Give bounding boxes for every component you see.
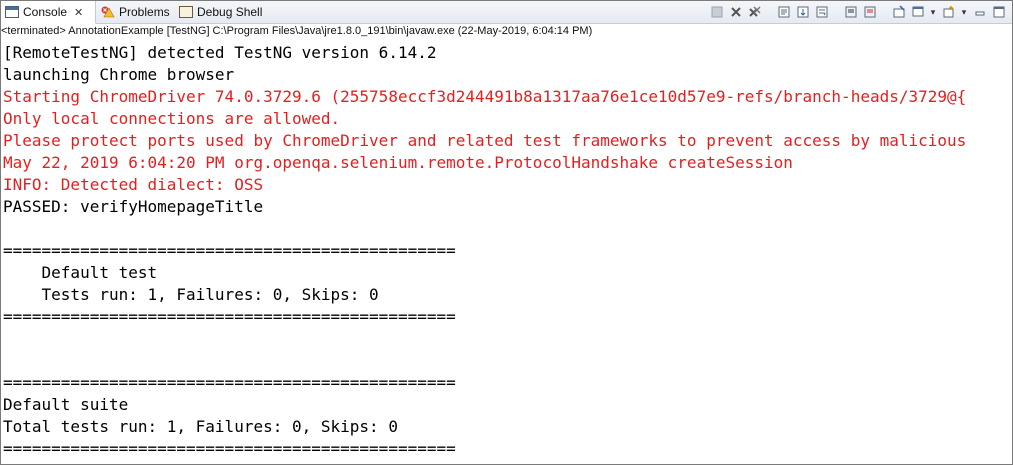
console-line: Starting ChromeDriver 74.0.3729.6 (25575… — [3, 87, 967, 106]
pin-console-icon[interactable] — [891, 5, 906, 20]
show-on-stdout-icon[interactable] — [843, 5, 858, 20]
open-console-icon[interactable] — [941, 5, 956, 20]
console-view: Console ✕ Problems Debug Shell ▾ ▾ <term… — [0, 0, 1013, 465]
console-line: Only local connections are allowed. — [3, 109, 341, 128]
toolbar-separator — [766, 5, 772, 20]
console-icon — [5, 6, 19, 18]
maximize-icon[interactable] — [991, 5, 1006, 20]
tab-debug-shell[interactable]: Debug Shell — [175, 1, 262, 23]
show-on-stderr-icon[interactable] — [862, 5, 877, 20]
console-line: ========================================… — [3, 307, 456, 326]
console-line: Tests run: 1, Failures: 0, Skips: 0 — [3, 285, 379, 304]
close-icon[interactable]: ✕ — [74, 6, 83, 19]
problems-icon — [101, 6, 115, 18]
console-line: Default suite — [3, 395, 129, 414]
minimize-icon[interactable] — [972, 5, 987, 20]
tab-debug-shell-label: Debug Shell — [197, 5, 263, 19]
remove-launch-icon[interactable] — [728, 5, 743, 20]
view-tab-bar: Console ✕ Problems Debug Shell ▾ ▾ — [1, 1, 1012, 24]
console-toolbar: ▾ ▾ — [709, 3, 1006, 21]
console-output[interactable]: [RemoteTestNG] detected TestNG version 6… — [3, 42, 999, 464]
debug-shell-icon — [179, 6, 193, 18]
console-line: [RemoteTestNG] detected TestNG version 6… — [3, 43, 437, 62]
remove-all-terminated-icon[interactable] — [747, 5, 762, 20]
display-selected-console-icon[interactable] — [910, 5, 925, 20]
clear-console-icon[interactable] — [776, 5, 791, 20]
word-wrap-icon[interactable] — [814, 5, 829, 20]
vertical-scrollbar[interactable] — [999, 41, 1012, 463]
console-line: Please protect ports used by ChromeDrive… — [3, 131, 967, 150]
console-line: ========================================… — [3, 241, 456, 260]
chevron-down-icon[interactable]: ▾ — [960, 5, 968, 20]
console-line: Default test — [3, 263, 158, 282]
console-line: ========================================… — [3, 439, 456, 458]
launch-status-line: <terminated> AnnotationExample [TestNG] … — [1, 24, 1012, 39]
toolbar-separator — [833, 5, 839, 20]
tab-console-label: Console — [23, 5, 68, 19]
console-line: Total tests run: 1, Failures: 0, Skips: … — [3, 417, 398, 436]
console-line: launching Chrome browser — [3, 65, 235, 84]
toolbar-separator — [881, 5, 887, 20]
console-line: ========================================… — [3, 373, 456, 392]
console-line: May 22, 2019 6:04:20 PM org.openqa.selen… — [3, 153, 793, 172]
chevron-down-icon[interactable]: ▾ — [929, 5, 937, 20]
console-line: PASSED: verifyHomepageTitle — [3, 197, 264, 216]
tab-problems[interactable]: Problems — [97, 1, 170, 23]
console-line: INFO: Detected dialect: OSS — [3, 175, 264, 194]
scroll-lock-icon[interactable] — [795, 5, 810, 20]
tab-problems-label: Problems — [119, 5, 170, 19]
tab-console[interactable]: Console ✕ — [1, 1, 96, 24]
terminate-icon[interactable] — [709, 5, 724, 20]
